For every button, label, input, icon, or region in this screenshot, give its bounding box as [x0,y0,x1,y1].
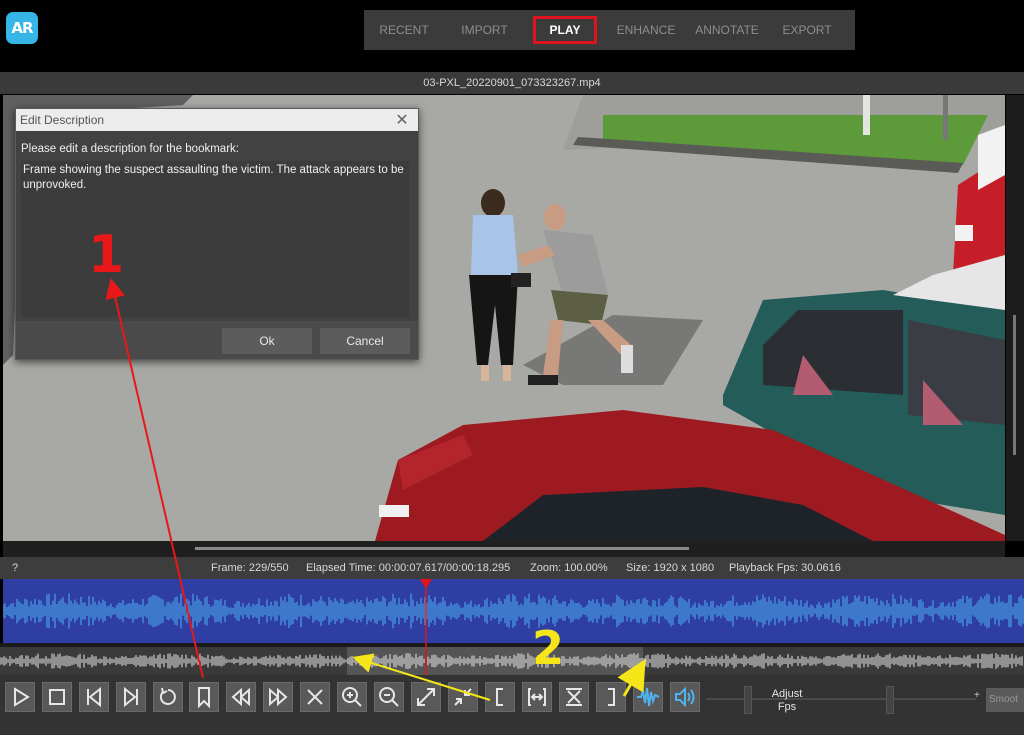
reload-button[interactable] [153,682,183,712]
tab-enhance[interactable]: ENHANCE [605,10,687,50]
rewind-button[interactable] [226,682,256,712]
zoom-level: Zoom: 100.00% [530,562,608,574]
waveform-overview-graphic [0,653,1023,669]
fps-plus: + [974,690,980,701]
playback-fps: Playback Fps: 30.0616 [729,562,841,574]
trim-button[interactable] [559,682,589,712]
rewind-icon [231,687,250,707]
main-nav: RECENT IMPORT PLAY ENHANCE ANNOTATE EXPO… [364,10,855,50]
zoom-out-icon [379,687,399,707]
horizontal-scrollbar[interactable] [3,541,1005,557]
waveform-icon [637,687,660,707]
zoom-in-button[interactable] [337,682,367,712]
tab-export[interactable]: EXPORT [767,10,847,50]
smooth-button[interactable]: Smoot [986,688,1024,712]
play-button[interactable] [5,682,35,712]
close-icon [307,689,323,705]
fast-forward-icon [269,687,288,707]
fit-range-button[interactable] [522,682,552,712]
reload-icon [159,687,176,705]
horizontal-scroll-thumb[interactable] [195,547,689,550]
clear-button[interactable] [300,682,330,712]
fast-forward-button[interactable] [263,682,293,712]
play-icon [14,687,30,707]
zoom-in-icon [342,687,362,707]
frame-counter: Frame: 229/550 [211,562,289,574]
stop-button[interactable] [42,682,72,712]
audio-waveform-main[interactable] [2,579,1024,643]
tab-export-label: EXPORT [782,23,832,37]
tab-import-label: IMPORT [461,23,508,37]
mark-out-button[interactable] [596,682,626,712]
dialog-title: Edit Description [16,109,418,131]
vertical-scroll-thumb[interactable] [1013,315,1016,455]
step-forward-icon [124,686,138,708]
tab-enhance-label: ENHANCE [616,23,676,37]
collapse-icon [454,688,472,706]
tab-recent-label: RECENT [379,23,429,37]
expand-button[interactable] [411,682,441,712]
elapsed-time: Elapsed Time: 00:00:07.617/00:00:18.295 [306,562,511,574]
adjust-fps-line2: Fps [777,701,797,713]
bookmark-icon [198,687,210,709]
collapse-button[interactable] [448,682,478,712]
bracket-close-icon [608,688,615,706]
volume-button[interactable] [670,682,700,712]
fps-slider-handle-left[interactable] [744,686,752,714]
file-name: 03-PXL_20220901_073323267.mp4 [423,77,601,89]
dialog-prompt: Please edit a description for the bookma… [21,143,239,155]
tab-recent[interactable]: RECENT [364,10,444,50]
tab-import[interactable]: IMPORT [444,10,525,50]
vertical-scrollbar[interactable] [1006,95,1024,541]
fit-range-icon [528,688,546,706]
playhead-marker[interactable] [418,577,434,677]
status-bar: ? Frame: 229/550 Elapsed Time: 00:00:07.… [0,557,1024,579]
edit-description-dialog: Edit Description ✕ Please edit a descrip… [15,108,419,360]
zoom-out-button[interactable] [374,682,404,712]
fps-slider-handle[interactable] [886,686,894,714]
tab-annotate[interactable]: ANNOTATE [687,10,767,50]
tab-annotate-label: ANNOTATE [695,23,759,37]
step-back-icon [87,686,101,708]
bracket-open-icon [496,688,503,706]
adjust-fps-label: Adjust Fps [762,688,812,714]
trim-icon [566,688,582,706]
waveform-toggle-button[interactable] [633,682,663,712]
ok-button[interactable]: Ok [222,328,312,354]
cancel-button[interactable]: Cancel [320,328,410,354]
app-logo: AR [6,12,38,44]
file-title-bar: 03-PXL_20220901_073323267.mp4 [0,72,1024,94]
adjust-fps-line1: Adjust [771,688,803,700]
frame-size: Size: 1920 x 1080 [626,562,715,574]
expand-icon [417,688,435,706]
description-textarea[interactable] [21,161,409,317]
stop-icon [49,689,65,705]
step-back-button[interactable] [79,682,109,712]
step-forward-button[interactable] [116,682,146,712]
tab-play[interactable]: PLAY [525,10,605,50]
close-icon[interactable]: ✕ [394,109,410,131]
help-button[interactable]: ? [12,557,18,579]
tab-play-label: PLAY [549,23,581,37]
tab-play-highlight: PLAY [533,16,597,44]
mark-in-button[interactable] [485,682,515,712]
waveform-main-graphic [2,593,1024,629]
volume-icon [675,686,695,708]
bookmark-button[interactable] [189,682,219,712]
